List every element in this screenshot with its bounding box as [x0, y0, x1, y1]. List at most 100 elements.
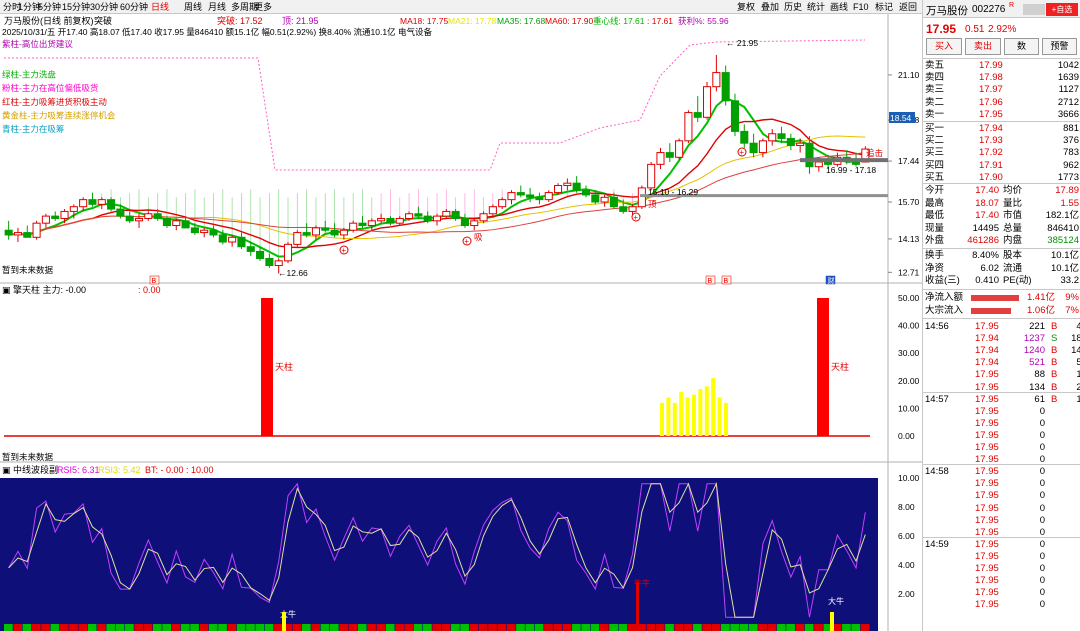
tick-row: 14:5817.9500: [923, 465, 1080, 478]
trend-strip: [78, 624, 88, 631]
stat-row: 净资 6.02 流通 10.1亿: [923, 262, 1080, 275]
tianzhu-label: 天柱: [275, 361, 293, 372]
period-6[interactable]: 日线: [151, 0, 169, 14]
candle: [237, 236, 246, 248]
trend-strip: [31, 624, 41, 631]
quote-btn-2[interactable]: 数: [1004, 38, 1039, 55]
buy-row: 买二 17.93 376: [923, 134, 1080, 147]
tick-row: 17.9500: [923, 598, 1080, 611]
period-5[interactable]: 60分钟: [120, 0, 148, 14]
quote-btn-1[interactable]: 卖出: [965, 38, 1001, 55]
stat-row: 现量 14495 总量 846410: [923, 222, 1080, 235]
stat-label: 均价: [1003, 185, 1023, 196]
volume-signal-bar: [724, 402, 728, 436]
tick-volume: 0: [1039, 538, 1045, 550]
period-7[interactable]: 周线: [184, 0, 202, 14]
buy-point-icon: +: [462, 236, 472, 246]
tick-count: 10: [1076, 369, 1080, 381]
tick-row: 17.95 88 B 10: [923, 368, 1080, 381]
quote-btn-3[interactable]: 预警: [1042, 38, 1077, 55]
svg-text:+: +: [464, 237, 469, 246]
trend-strip: [106, 624, 116, 631]
volume-signal-bar: [685, 397, 690, 436]
toolbar-btn-1[interactable]: 叠加: [761, 1, 779, 13]
trend-strip: [22, 624, 32, 631]
trend-strip: [516, 624, 525, 631]
stock-tag-icon[interactable]: [1023, 4, 1045, 15]
tick-price: 17.95: [975, 478, 999, 490]
candle: [414, 213, 423, 217]
candle: [730, 100, 740, 132]
trend-strip: [432, 624, 442, 631]
candle: [330, 229, 339, 236]
trend-strip: [562, 624, 572, 631]
trend-strip: [758, 624, 767, 631]
trend-strip: [199, 624, 209, 631]
toolbar-btn-4[interactable]: 画线: [830, 1, 848, 13]
trend-strip: [50, 624, 60, 631]
period-8[interactable]: 月线: [208, 0, 226, 14]
toolbar-btn-5[interactable]: F10: [853, 1, 869, 13]
tick-price: 17.95: [975, 514, 999, 526]
chart-area[interactable]: 万马股份(日线 前复权) 突破 突破: 17.52 顶: 21.95 MA18: 17.…: [0, 14, 922, 631]
flow-value: 1.06亿: [1027, 305, 1055, 316]
candle: [107, 199, 116, 210]
trend-strip: [69, 624, 78, 631]
period-10[interactable]: 更多: [254, 0, 272, 14]
toolbar-btn-6[interactable]: 标记: [875, 1, 893, 13]
trend-strip: [786, 624, 795, 631]
book-volume: 1639: [1057, 72, 1079, 84]
tianzhu-label: 天柱: [831, 361, 849, 372]
candle: [395, 217, 404, 224]
toolbar-btn-7[interactable]: 返回: [899, 1, 917, 13]
sell-row: 卖四 17.98 1639: [923, 71, 1080, 84]
buy-point-icon: +: [339, 245, 349, 255]
candle: [442, 210, 451, 217]
candle: [256, 250, 265, 259]
trend-strip: [711, 624, 721, 631]
trend-strip: [627, 624, 637, 631]
tick-volume: 0: [1039, 514, 1045, 526]
candle: [796, 142, 805, 147]
ma-value: 重心线: 17.61: [593, 16, 645, 26]
book-volume: 376: [1063, 135, 1079, 147]
candle: [684, 112, 693, 142]
trend-strip: [618, 624, 628, 631]
stat-value: 17.40: [975, 210, 999, 222]
candle: [600, 196, 609, 203]
period-4[interactable]: 30分钟: [90, 0, 118, 14]
tick-side: B: [1051, 345, 1058, 357]
book-price: 17.93: [979, 135, 1003, 147]
tick-volume: 0: [1039, 429, 1045, 441]
candle: [4, 229, 13, 236]
toolbar-btn-0[interactable]: 复权: [737, 1, 755, 13]
legend-item: 青柱-主力在吸筹: [2, 124, 65, 134]
book-volume: 3666: [1057, 108, 1079, 120]
tick-side: B: [1051, 369, 1058, 381]
trend-strip: [488, 624, 497, 631]
toolbar-btn-2[interactable]: 历史: [784, 1, 802, 13]
candle: [13, 232, 23, 236]
candle: [749, 142, 758, 154]
price-change: 0.51: [965, 24, 985, 35]
flow-label: 大宗流入: [925, 305, 964, 316]
tick-volume: 88: [1034, 369, 1045, 381]
trend-strip: [497, 624, 507, 631]
trend-strip: [655, 624, 665, 631]
svg-text:+: +: [739, 148, 744, 157]
toolbar-btn-3[interactable]: 统计: [807, 1, 825, 13]
period-2[interactable]: 5分钟: [38, 0, 61, 14]
add-watch-button[interactable]: +自选: [1046, 3, 1078, 16]
stat-value: 182.1亿: [1045, 210, 1079, 222]
candle: [591, 194, 600, 203]
candle: [405, 213, 414, 219]
quote-btn-0[interactable]: 买入: [926, 38, 962, 55]
period-3[interactable]: 15分钟: [62, 0, 90, 14]
tick-volume: 0: [1039, 478, 1045, 490]
tick-count: 141: [1071, 345, 1080, 357]
tick-price: 17.95: [975, 538, 999, 550]
candle: [526, 194, 535, 198]
trend-strip: [581, 624, 591, 631]
tick-side: B: [1051, 357, 1058, 369]
candle: [554, 185, 563, 194]
